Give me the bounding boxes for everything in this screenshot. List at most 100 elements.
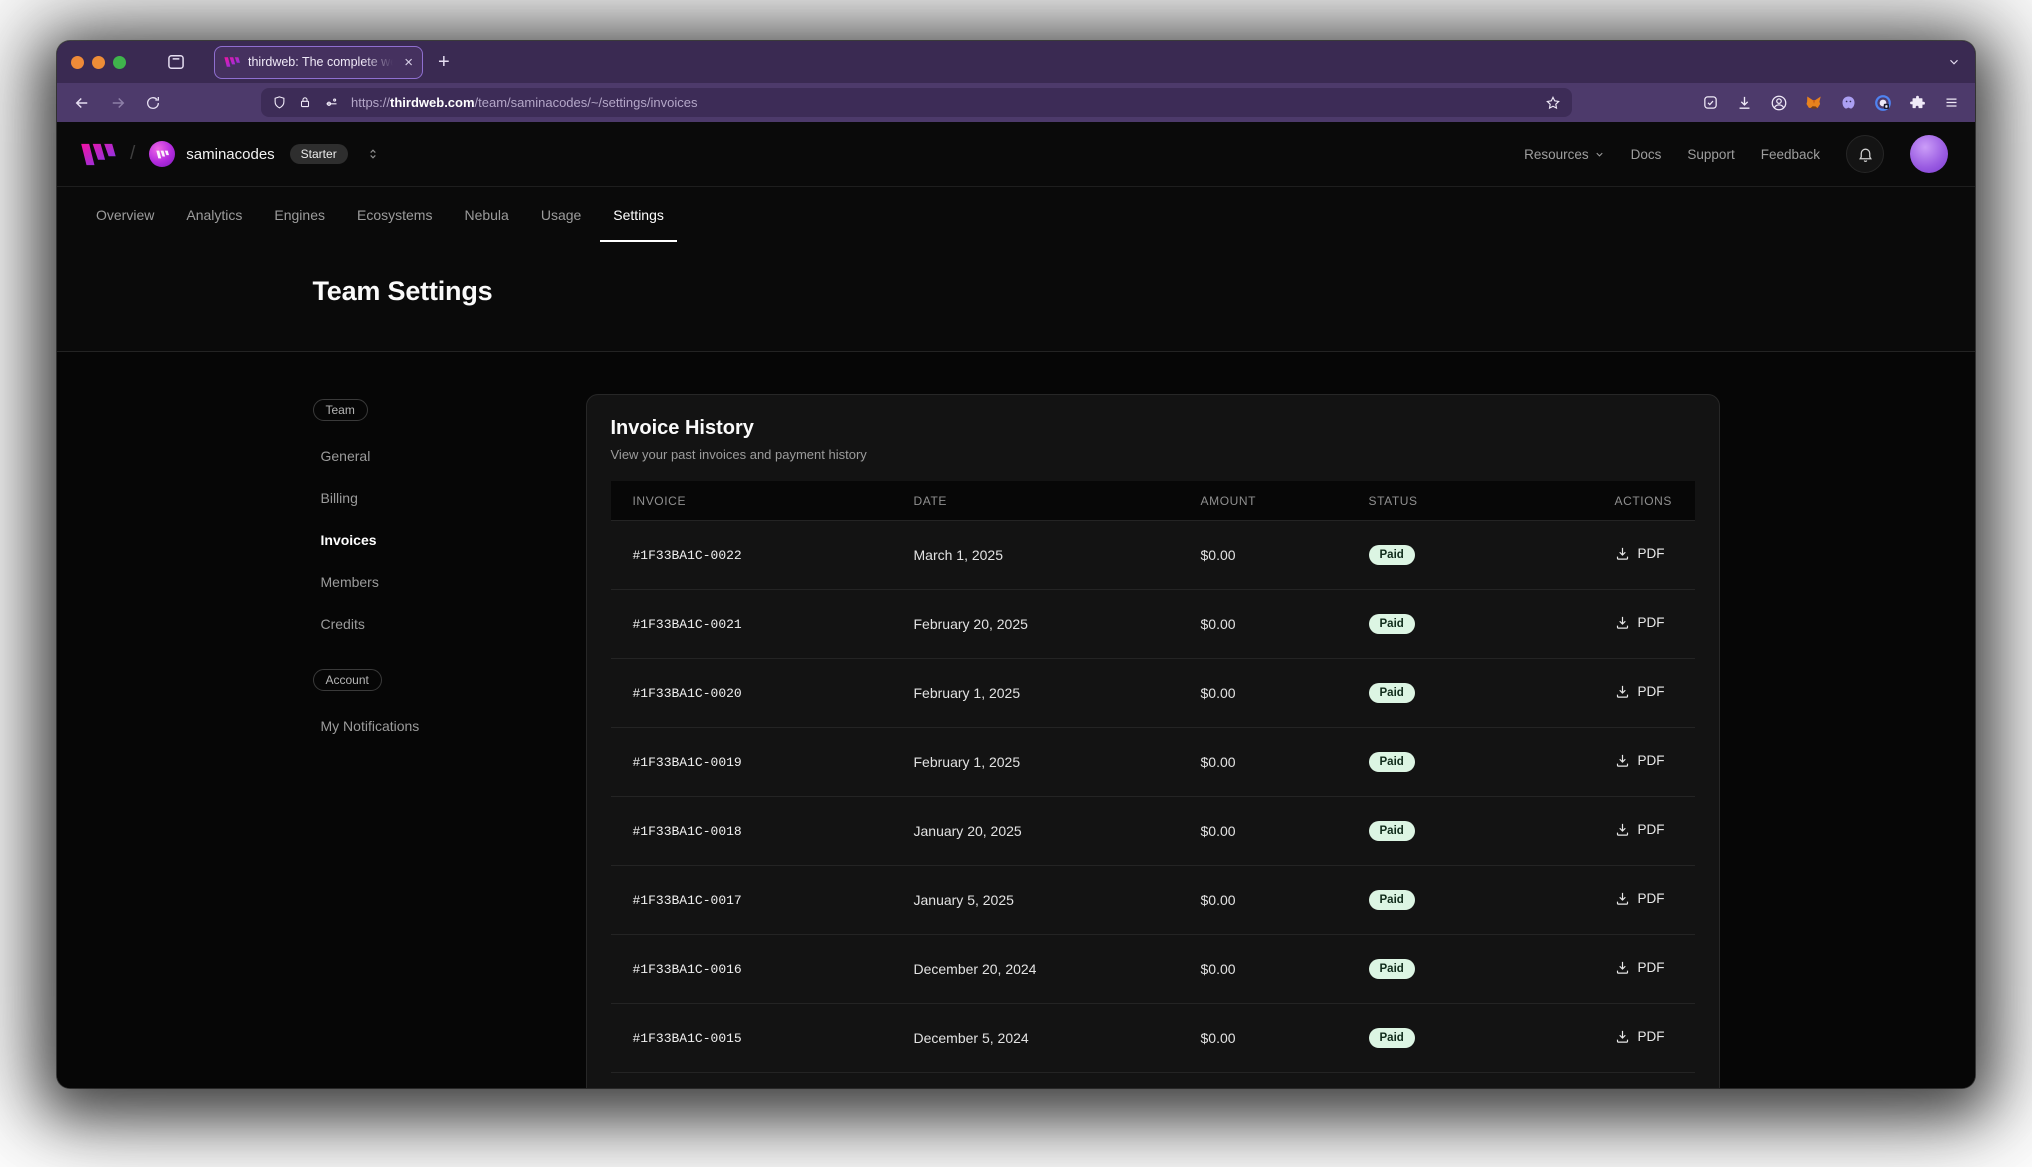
table-row: #1F33BA1C-0018 January 20, 2025 $0.00 Pa… xyxy=(611,797,1695,866)
download-pdf-button[interactable]: PDF xyxy=(1615,684,1665,699)
card-title: Invoice History xyxy=(611,417,1695,440)
download-pdf-button[interactable]: PDF xyxy=(1615,891,1665,906)
download-pdf-button[interactable]: PDF xyxy=(1615,753,1665,768)
invoice-status: Paid xyxy=(1347,752,1593,772)
browser-tab-strip: thirdweb: The complete web3 d × + xyxy=(57,41,1975,83)
menu-icon[interactable] xyxy=(1943,95,1960,110)
bookmark-check-icon[interactable] xyxy=(1702,94,1719,111)
invoice-status: Paid xyxy=(1347,821,1593,841)
tab-engines[interactable]: Engines xyxy=(261,187,338,242)
downloads-icon[interactable] xyxy=(1736,94,1753,111)
status-badge: Paid xyxy=(1369,545,1415,565)
column-invoice: INVOICE xyxy=(611,494,892,508)
tab-analytics[interactable]: Analytics xyxy=(173,187,255,242)
invoice-date: February 20, 2025 xyxy=(892,616,1179,632)
invoice-id: #1F33BA1C-0017 xyxy=(611,893,892,908)
support-link[interactable]: Support xyxy=(1687,147,1734,162)
toolbar-extensions xyxy=(1702,94,1960,112)
tab-usage[interactable]: Usage xyxy=(528,187,594,242)
team-selector-chevrons-icon[interactable] xyxy=(366,146,380,162)
browser-tab[interactable]: thirdweb: The complete web3 d × xyxy=(214,46,423,79)
permissions-icon[interactable] xyxy=(323,95,340,110)
download-pdf-button[interactable]: PDF xyxy=(1615,822,1665,837)
team-switcher: / saminacodes Starter xyxy=(80,141,380,167)
account-icon[interactable] xyxy=(1770,94,1788,112)
firefox-view-icon[interactable] xyxy=(166,52,186,72)
sidebar-group-account: Account xyxy=(313,669,382,691)
invoice-amount: $0.00 xyxy=(1179,961,1347,977)
download-pdf-button[interactable]: PDF xyxy=(1615,1029,1665,1044)
feedback-link[interactable]: Feedback xyxy=(1761,147,1820,162)
breadcrumb-slash: / xyxy=(130,143,135,165)
sidebar-item-billing[interactable]: Billing xyxy=(313,477,586,519)
zoom-window-button[interactable] xyxy=(113,56,126,69)
settings-sidebar: Team General Billing Invoices Members Cr… xyxy=(313,394,586,747)
url-bar[interactable]: https://thirdweb.com/team/saminacodes/~/… xyxy=(261,88,1572,117)
extensions-puzzle-icon[interactable] xyxy=(1909,94,1926,111)
phantom-extension-icon[interactable] xyxy=(1840,94,1857,111)
sidebar-item-credits[interactable]: Credits xyxy=(313,603,586,645)
invoice-amount: $0.00 xyxy=(1179,1030,1347,1046)
column-status: STATUS xyxy=(1347,494,1593,508)
column-amount: AMOUNT xyxy=(1179,494,1347,508)
tab-nebula[interactable]: Nebula xyxy=(451,187,521,242)
plan-badge: Starter xyxy=(290,144,348,164)
thirdweb-logo-icon[interactable] xyxy=(80,143,116,166)
sidebar-item-general[interactable]: General xyxy=(313,435,586,477)
invoice-actions: PDF xyxy=(1593,822,1695,840)
invoice-amount: $0.00 xyxy=(1179,823,1347,839)
invoice-id: #1F33BA1C-0018 xyxy=(611,824,892,839)
invoice-history-card: Invoice History View your past invoices … xyxy=(586,394,1720,1088)
invoice-date: December 20, 2024 xyxy=(892,961,1179,977)
account-settings-list: My Notifications xyxy=(313,705,586,747)
status-badge: Paid xyxy=(1369,1028,1415,1048)
close-window-button[interactable] xyxy=(71,56,84,69)
lock-icon[interactable] xyxy=(298,95,312,110)
invoice-table-header: INVOICE DATE AMOUNT STATUS ACTIONS xyxy=(611,481,1695,521)
invoice-status: Paid xyxy=(1347,1028,1593,1048)
user-avatar[interactable] xyxy=(1910,135,1948,173)
minimize-window-button[interactable] xyxy=(92,56,105,69)
sidebar-item-invoices[interactable]: Invoices xyxy=(313,519,586,561)
tab-ecosystems[interactable]: Ecosystems xyxy=(344,187,445,242)
invoice-actions: PDF xyxy=(1593,615,1695,633)
download-icon xyxy=(1615,822,1630,837)
docs-link[interactable]: Docs xyxy=(1631,147,1662,162)
sidebar-item-members[interactable]: Members xyxy=(313,561,586,603)
sidebar-item-my-notifications[interactable]: My Notifications xyxy=(313,705,586,747)
invoice-status: Paid xyxy=(1347,959,1593,979)
tab-settings[interactable]: Settings xyxy=(600,187,677,242)
invoice-date: January 5, 2025 xyxy=(892,892,1179,908)
team-name[interactable]: saminacodes xyxy=(186,146,274,163)
shield-icon[interactable] xyxy=(272,95,287,110)
new-tab-button[interactable]: + xyxy=(438,51,450,74)
bookmark-star-icon[interactable] xyxy=(1545,95,1561,111)
download-pdf-button[interactable]: PDF xyxy=(1615,546,1665,561)
download-icon xyxy=(1615,615,1630,630)
team-avatar[interactable] xyxy=(149,141,175,167)
site-header: / saminacodes Starter Resources Docs Sup… xyxy=(57,122,1975,187)
download-pdf-button[interactable]: PDF xyxy=(1615,960,1665,975)
invoice-status: Paid xyxy=(1347,683,1593,703)
tab-overview[interactable]: Overview xyxy=(83,187,167,242)
invoice-id: #1F33BA1C-0015 xyxy=(611,1031,892,1046)
table-row: #1F33BA1C-0019 February 1, 2025 $0.00 Pa… xyxy=(611,728,1695,797)
invoice-amount: $0.00 xyxy=(1179,892,1347,908)
invoice-id: #1F33BA1C-0020 xyxy=(611,686,892,701)
invoice-date: February 1, 2025 xyxy=(892,754,1179,770)
download-icon xyxy=(1615,891,1630,906)
invoice-status: Paid xyxy=(1347,545,1593,565)
resources-menu[interactable]: Resources xyxy=(1524,147,1605,162)
download-pdf-button[interactable]: PDF xyxy=(1615,615,1665,630)
metamask-extension-icon[interactable] xyxy=(1805,94,1823,111)
forward-icon[interactable] xyxy=(109,94,127,112)
reload-icon[interactable] xyxy=(145,95,161,111)
download-icon xyxy=(1615,753,1630,768)
notifications-bell-icon[interactable] xyxy=(1846,135,1884,173)
tab-list-chevron-icon[interactable] xyxy=(1947,55,1961,69)
privacy-extension-icon[interactable] xyxy=(1874,94,1892,112)
page-title-band: Team Settings xyxy=(57,242,1975,352)
column-date: DATE xyxy=(892,494,1179,508)
tab-close-icon[interactable]: × xyxy=(404,55,413,70)
back-icon[interactable] xyxy=(73,94,91,112)
